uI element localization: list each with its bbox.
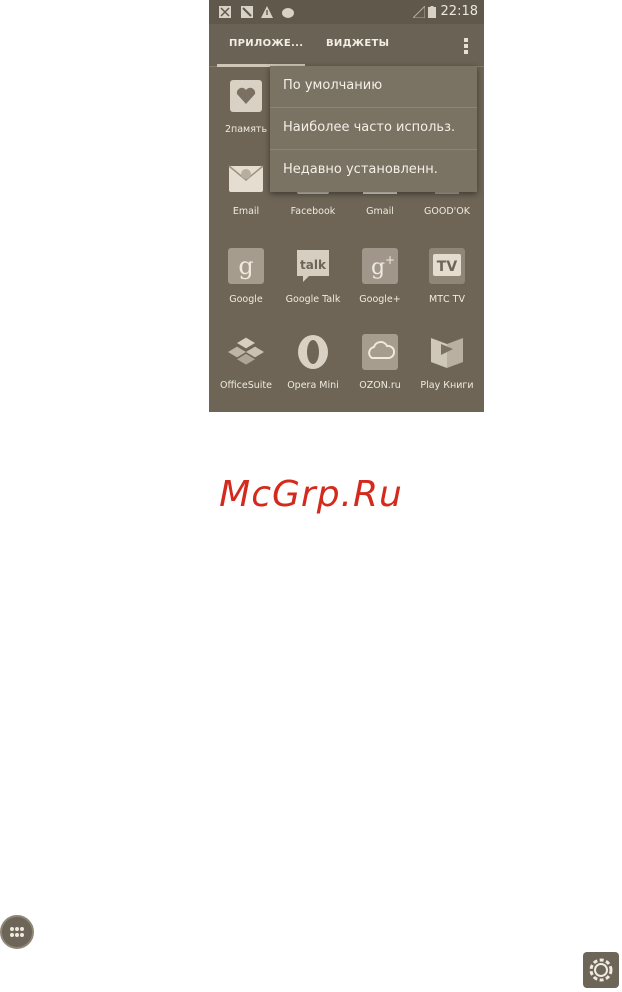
android-icon [282,8,294,18]
notification-icon [241,6,253,18]
gear-icon [589,958,613,982]
signal-icon [413,6,425,18]
app-play-books[interactable]: Play Книги [412,334,482,412]
phone-screen: 22:18 ПРИЛОЖЕ... ВИДЖЕТЫ 2память Email F… [209,0,484,412]
app-google-talk[interactable]: talk Google Talk [278,248,348,328]
svg-text:talk: talk [300,258,327,272]
app-mts-tv[interactable]: TV МТС TV [412,248,482,328]
overflow-menu-button[interactable] [462,36,470,54]
menu-item-label: Наиболее часто использ. [283,120,456,135]
tab-widgets[interactable]: ВИДЖЕТЫ [326,38,389,49]
menu-item-default[interactable]: По умолчанию [270,66,477,108]
menu-item-label: По умолчанию [283,78,383,93]
app-opera-mini[interactable]: Opera Mini [278,334,348,412]
app-google-plus[interactable]: g + Google+ [345,248,415,328]
app-label: Play Книги [420,380,474,391]
app-google[interactable]: g Google [211,248,281,328]
google-icon: g [228,248,264,284]
googleplus-icon: g + [362,248,398,284]
officesuite-icon [228,334,264,370]
app-label: МТС TV [429,294,465,305]
email-icon [228,160,264,196]
battery-icon [428,6,436,18]
all-apps-button[interactable] [0,915,34,949]
clock: 22:18 [440,4,478,19]
talk-icon: talk [295,248,331,284]
tv-icon: TV [429,248,465,284]
books-icon [429,334,465,370]
app-ozon[interactable]: OZON.ru [345,334,415,412]
status-bar: 22:18 [209,0,484,24]
opera-icon [295,334,331,370]
tab-apps[interactable]: ПРИЛОЖЕ... [229,38,303,49]
warning-icon [261,6,273,18]
svg-text:g: g [238,252,253,280]
watermark: McGrp.Ru [219,474,403,515]
menu-item-most-used[interactable]: Наиболее часто использ. [270,108,477,150]
app-label: GOOD'OK [424,206,470,217]
menu-item-recently-installed[interactable]: Недавно установленн. [270,150,477,192]
notification-icon [219,6,231,18]
menu-item-label: Недавно установленн. [283,162,438,177]
svg-text:g: g [371,255,385,280]
svg-text:+: + [385,253,395,267]
svg-text:TV: TV [437,259,458,275]
sort-menu: По умолчанию Наиболее часто использ. Нед… [270,66,477,192]
grid-icon [10,927,24,937]
ozon-icon [362,334,398,370]
app-officesuite[interactable]: OfficeSuite [211,334,281,412]
heart-icon [228,78,264,114]
settings-button[interactable] [583,952,619,988]
tab-bar: ПРИЛОЖЕ... ВИДЖЕТЫ [209,24,484,67]
